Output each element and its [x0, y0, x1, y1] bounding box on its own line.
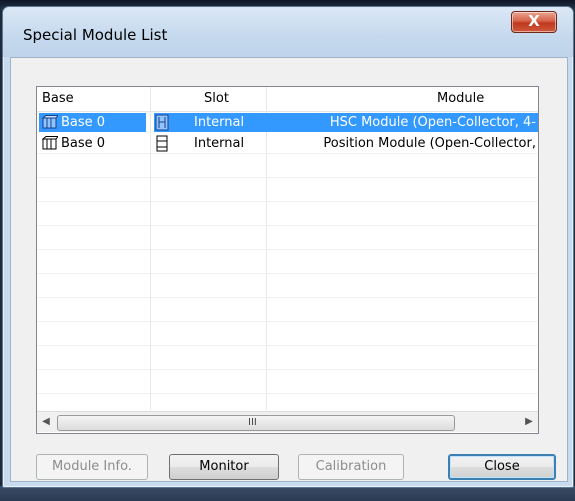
scrollbar-grip: III: [248, 417, 257, 428]
table-row[interactable]: Base 0 Internal Position Module (Open-Co…: [37, 133, 538, 154]
grid-line: [37, 369, 538, 370]
window-close-button[interactable]: X: [511, 11, 557, 33]
special-module-list-dialog: Special Module List X Base Slot Module B…: [2, 6, 574, 488]
grid-line: [37, 249, 538, 250]
grid-line: [37, 321, 538, 322]
cell-slot: Internal: [194, 136, 245, 151]
grid-line: [37, 297, 538, 298]
dialog-client-area: Base Slot Module Base 0 Internal HSC Mod…: [10, 57, 568, 482]
table-row[interactable]: Base 0 Internal HSC Module (Open-Collect…: [37, 112, 538, 133]
close-icon: X: [528, 12, 540, 30]
grid-line: [37, 225, 538, 226]
cell-module: Position Module (Open-Collector,: [323, 136, 536, 151]
column-header-slot[interactable]: Slot: [204, 87, 229, 111]
cell-module: HSC Module (Open-Collector, 4-: [329, 115, 536, 130]
grid-line: [37, 201, 538, 202]
base-module-icon: [42, 115, 58, 129]
scrollbar-thumb[interactable]: III: [57, 415, 455, 431]
title-bar[interactable]: Special Module List X: [3, 7, 573, 57]
cell-slot: Internal: [194, 115, 245, 130]
scroll-right-arrow-icon[interactable]: ▶: [523, 416, 535, 428]
column-header-module[interactable]: Module: [437, 87, 484, 111]
slot-icon: [155, 114, 169, 131]
grid-line: [37, 345, 538, 346]
module-info-button[interactable]: Module Info.: [36, 454, 148, 480]
close-button[interactable]: Close: [448, 454, 556, 480]
module-list[interactable]: Base Slot Module Base 0 Internal HSC Mod…: [36, 86, 539, 434]
grid-line: [37, 273, 538, 274]
slot-icon: [156, 135, 168, 152]
monitor-button[interactable]: Monitor: [169, 454, 279, 480]
grid-line: [37, 177, 538, 178]
horizontal-scrollbar[interactable]: ◀ III ▶: [37, 411, 538, 432]
cell-base: Base 0: [61, 136, 106, 151]
column-header-base[interactable]: Base: [42, 87, 74, 111]
desktop-backdrop-bottom: [0, 486, 575, 501]
base-module-icon: [42, 136, 58, 150]
scroll-left-arrow-icon[interactable]: ◀: [40, 416, 52, 428]
cell-base: Base 0: [61, 115, 106, 130]
list-header: Base Slot Module: [37, 87, 538, 112]
window-title: Special Module List: [23, 26, 168, 44]
calibration-button[interactable]: Calibration: [298, 454, 404, 480]
grid-line: [37, 393, 538, 394]
